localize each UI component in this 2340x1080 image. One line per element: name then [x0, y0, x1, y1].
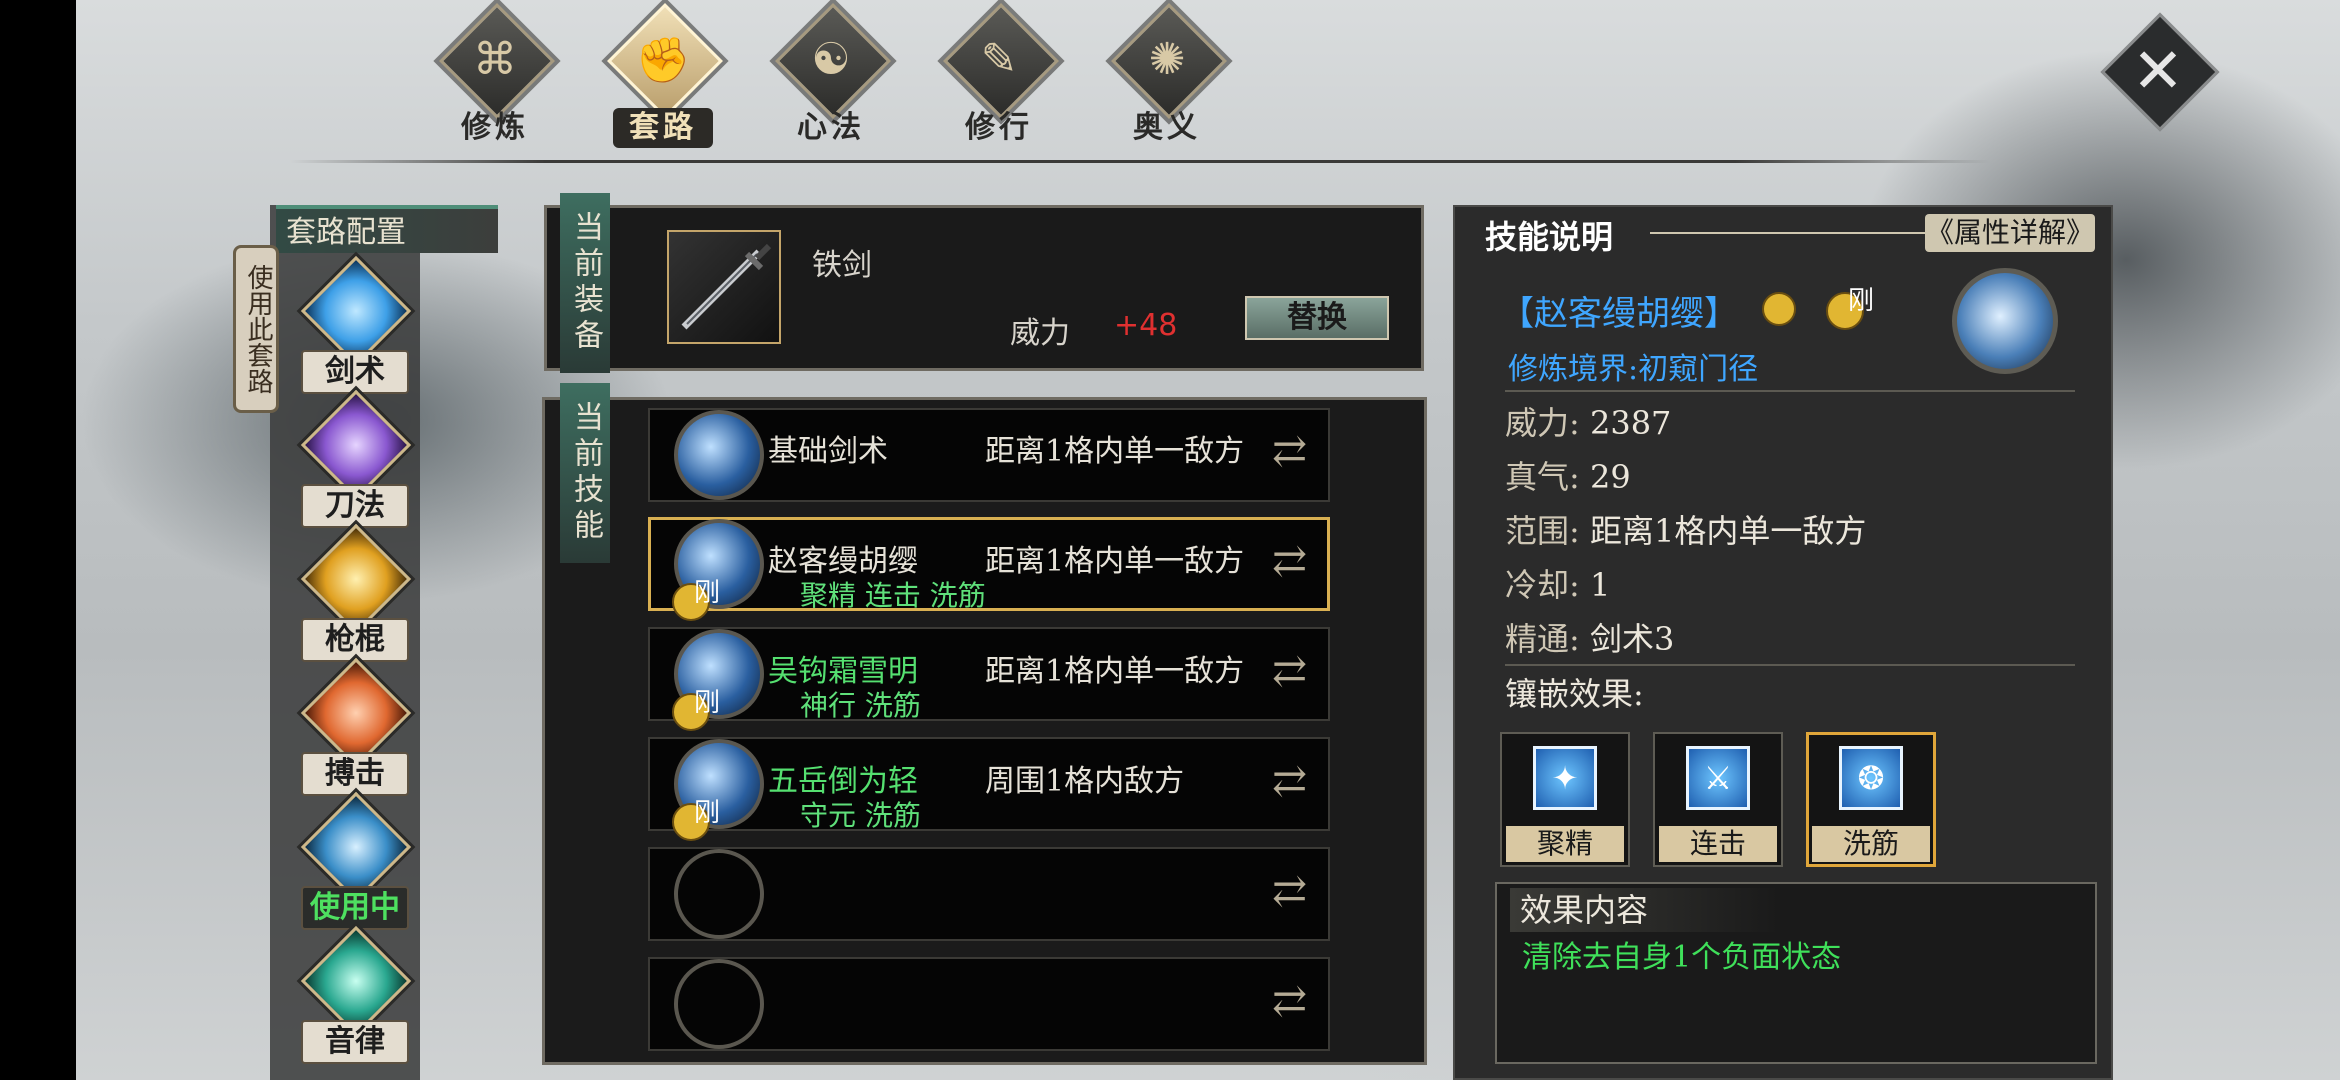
- gang-badge-label: 刚: [694, 798, 721, 828]
- skill-tags: 聚精 连击 洗筋: [800, 579, 986, 612]
- stat-key: 威力:: [1505, 404, 1580, 442]
- stat-key: 范围:: [1505, 512, 1580, 550]
- weapon-in-use[interactable]: 使用中: [287, 791, 417, 930]
- gang-badge-label: 刚: [694, 578, 721, 608]
- scroll-icon: ✎: [980, 34, 1018, 85]
- stat-value: 29: [1589, 458, 1631, 496]
- swap-skill-icon[interactable]: ⇄: [1272, 756, 1307, 805]
- equipment-tab: 当前装备: [560, 193, 610, 373]
- inlay-name: 连击: [1659, 826, 1777, 862]
- stat-value: 2387: [1589, 404, 1672, 442]
- swap-skill-icon[interactable]: ⇄: [1272, 866, 1307, 915]
- weapon-label: 刀法: [301, 484, 409, 528]
- equipped-weapon-slot[interactable]: [667, 230, 781, 344]
- swap-skill-icon[interactable]: ⇄: [1272, 426, 1307, 475]
- swap-skill-icon[interactable]: ⇄: [1272, 976, 1307, 1025]
- stat-key: 冷却:: [1505, 566, 1580, 604]
- tab-mind-method[interactable]: ☯ 心法: [756, 3, 906, 152]
- weapon-blade[interactable]: 刀法: [287, 389, 417, 528]
- stat-value: 剑术3: [1589, 620, 1675, 658]
- close-icon[interactable]: ✕: [2112, 34, 2204, 107]
- flame-icon: ✺: [1148, 34, 1186, 85]
- basic-sword-skill-icon: [674, 410, 764, 500]
- selected-skill-icon: [1952, 268, 2058, 374]
- inlay-name: 聚精: [1506, 826, 1624, 862]
- selected-skill-name: 【赵客缦胡缨】: [1500, 294, 1738, 334]
- sword-icon: [681, 243, 772, 330]
- skill-range: 周围1格内敌方: [985, 764, 1185, 799]
- skill-description-title: 技能说明: [1485, 218, 1614, 256]
- skill-tags: 守元 洗筋: [800, 799, 921, 832]
- stat-cooldown: 冷却: 1: [1505, 560, 1610, 606]
- tab-label: 心法: [797, 110, 865, 145]
- replace-button[interactable]: 替换: [1245, 296, 1389, 340]
- attribute-details-button[interactable]: 《属性详解》: [1925, 214, 2095, 252]
- skill-name: 基础剑术: [768, 434, 888, 469]
- skill-range: 距离1格内单一敌方: [985, 434, 1245, 469]
- tab-mystery[interactable]: ✺ 奥义: [1092, 3, 1242, 152]
- stat-power: 威力: 2387: [1505, 398, 1671, 444]
- stat-key: 真气:: [1505, 458, 1580, 496]
- yin-yang-icon: ☯: [811, 34, 851, 85]
- divider: [1505, 664, 2075, 666]
- combo-icon: ⚔: [1686, 746, 1750, 810]
- top-nav: ⌘ 修炼 ✊ 套路 ☯ 心法 ✎ 修行 ✺ 奥义: [420, 3, 1242, 152]
- skills-tab: 当前技能: [560, 383, 610, 563]
- tab-routines[interactable]: ✊ 套路: [588, 3, 738, 152]
- weapon-spear[interactable]: 枪棍: [287, 523, 417, 662]
- fist-icon: ✊: [635, 35, 691, 86]
- skill-tags: 神行 洗筋: [800, 689, 921, 722]
- equipped-item-name: 铁剑: [812, 248, 872, 283]
- power-value: +48: [1114, 308, 1178, 343]
- weapon-label: 剑术: [301, 350, 409, 394]
- skill-range: 距离1格内单一敌方: [985, 544, 1245, 579]
- weapon-fist[interactable]: 搏击: [287, 657, 417, 796]
- swap-skill-icon[interactable]: ⇄: [1272, 536, 1307, 585]
- cleanse-icon: ❂: [1839, 746, 1903, 810]
- empty-slot-icon: [674, 959, 764, 1049]
- cultivation-realm: 修炼境界:初窥门径: [1508, 352, 1759, 387]
- gang-badge-label: 刚: [1848, 286, 1875, 316]
- skill-range: 距离1格内单一敌方: [985, 654, 1245, 689]
- weapon-sword[interactable]: 剑术: [287, 255, 417, 394]
- stat-value: 距离1格内单一敌方: [1589, 512, 1867, 550]
- weapon-label: 音律: [301, 1020, 409, 1064]
- weapon-music[interactable]: 音律: [287, 925, 417, 1064]
- inlay-name: 洗筋: [1812, 826, 1930, 862]
- tab-practice[interactable]: ✎ 修行: [924, 3, 1074, 152]
- tab-training[interactable]: ⌘ 修炼: [420, 3, 570, 152]
- compass-icon: [1762, 292, 1796, 326]
- training-icon: ⌘: [473, 34, 517, 85]
- in-use-label: 使用中: [301, 886, 409, 930]
- tab-label: 套路: [613, 108, 713, 148]
- effect-content-title: 效果内容: [1510, 888, 1780, 932]
- stat-value: 1: [1589, 566, 1611, 604]
- stat-key: 精通:: [1505, 620, 1580, 658]
- nav-divider: [290, 160, 1990, 163]
- empty-slot-icon: [674, 849, 764, 939]
- weapon-label: 枪棍: [301, 618, 409, 662]
- use-routine-button[interactable]: 使用此套路: [233, 245, 279, 413]
- weapon-label: 搏击: [301, 752, 409, 796]
- inlay-effects-label: 镶嵌效果:: [1505, 675, 1644, 713]
- routine-config-title: 套路配置: [276, 205, 498, 253]
- stat-mastery: 精通: 剑术3: [1505, 614, 1674, 660]
- focus-icon: ✦: [1533, 746, 1597, 810]
- stat-range: 范围: 距离1格内单一敌方: [1505, 506, 1866, 552]
- tab-label: 修炼: [461, 110, 529, 145]
- swap-skill-icon[interactable]: ⇄: [1272, 646, 1307, 695]
- gang-badge-label: 刚: [694, 688, 721, 718]
- tab-label: 修行: [965, 110, 1033, 145]
- title-divider: [1650, 232, 1930, 234]
- stat-qi: 真气: 29: [1505, 452, 1631, 498]
- tab-label: 奥义: [1133, 110, 1201, 145]
- power-label: 威力: [1010, 316, 1070, 351]
- divider: [1505, 390, 2075, 392]
- effect-description: 清除去自身1个负面状态: [1522, 940, 1842, 975]
